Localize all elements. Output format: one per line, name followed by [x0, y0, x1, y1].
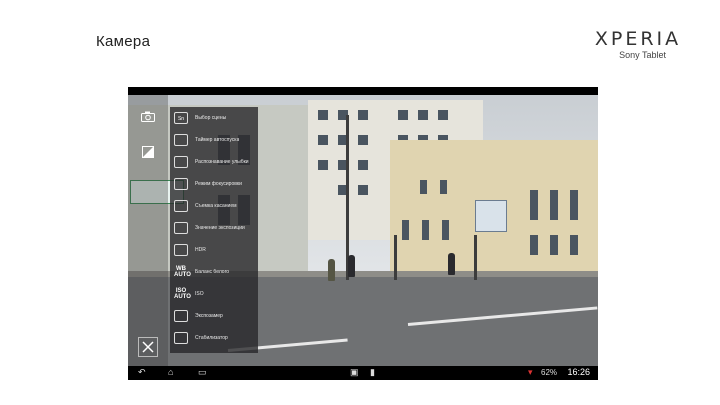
pedestrian	[328, 259, 335, 281]
window	[530, 190, 538, 220]
street-pole	[394, 235, 397, 280]
window	[318, 160, 328, 170]
pedestrian	[448, 253, 455, 275]
camera-left-bar	[128, 95, 168, 366]
camera-menu-label: Выбор сцены	[195, 115, 227, 121]
window	[550, 235, 558, 255]
window	[570, 235, 578, 255]
camera-mode-button[interactable]	[138, 107, 158, 127]
camera-menu-label: Распознавание улыбки	[195, 159, 249, 165]
pedestrian	[348, 255, 355, 277]
window	[358, 185, 368, 195]
window	[422, 220, 429, 240]
brand-main: XPERIA	[594, 28, 682, 50]
camera-menu-label: Стабилизатор	[195, 335, 228, 341]
camera-menu-item[interactable]: Sn Выбор сцены	[170, 107, 258, 129]
camera-menu-label: Таймер автоспуска	[195, 137, 240, 143]
scene-icon: Sn	[174, 112, 188, 124]
signal-icon: ▾	[528, 367, 533, 377]
navigation-bar: ↶ ⌂ ▭ ▣ ▮ ▾ 62% 16:26	[128, 366, 598, 380]
effect-button[interactable]	[138, 143, 158, 163]
stabilizer-icon	[174, 332, 188, 344]
touch-capture-icon	[174, 200, 188, 212]
smile-shutter-icon	[174, 156, 188, 168]
hdr-icon	[174, 244, 188, 256]
slide-title: Камера	[96, 33, 151, 50]
metering-icon	[174, 310, 188, 322]
camera-menu-item[interactable]: Экспозамер	[170, 305, 258, 327]
back-icon[interactable]: ↶	[138, 367, 146, 378]
camera-menu-label: Баланс белого	[195, 269, 230, 275]
camera-menu-label: Режим фокусировки	[195, 181, 242, 187]
camera-menu-item[interactable]: Стабилизатор	[170, 327, 258, 349]
window	[530, 235, 538, 255]
camera-menu-item[interactable]: WB AUTO Баланс белого	[170, 261, 258, 283]
window	[358, 135, 368, 145]
window	[442, 220, 449, 240]
home-icon[interactable]: ⌂	[168, 367, 173, 377]
camera-menu-label: HDR	[195, 247, 206, 253]
exposure-value-icon	[174, 222, 188, 234]
info-board	[475, 200, 507, 232]
window	[440, 180, 447, 194]
camera-menu-item[interactable]: Съемка касанием	[170, 195, 258, 217]
window	[318, 135, 328, 145]
building-yellow	[390, 140, 598, 275]
window	[358, 110, 368, 120]
window	[398, 110, 408, 120]
camera-menu-label: Экспозамер	[195, 313, 223, 319]
camera-menu-item[interactable]: HDR	[170, 239, 258, 261]
white-balance-icon: WB AUTO	[174, 266, 191, 278]
iso-icon: ISO AUTO	[174, 288, 191, 300]
camera-menu-item[interactable]: ISO AUTO ISO	[170, 283, 258, 305]
window	[420, 180, 427, 194]
window	[550, 190, 558, 220]
self-timer-icon	[174, 134, 188, 146]
camera-menu-item[interactable]: Режим фокусировки	[170, 173, 258, 195]
settings-button[interactable]	[138, 337, 158, 357]
recent-apps-icon[interactable]: ▭	[198, 367, 207, 378]
window	[318, 110, 328, 120]
window	[402, 220, 409, 240]
camera-menu-label: Съемка касанием	[195, 203, 237, 209]
street-pole	[474, 235, 477, 280]
camera-settings-menu: Sn Выбор сцены Таймер автоспуска Распознава…	[170, 107, 258, 353]
tools-icon	[142, 341, 154, 353]
tablet-screen: Sn Выбор сцены Таймер автоспуска Распознава…	[128, 87, 598, 380]
gallery-icon[interactable]: ▣	[350, 367, 359, 378]
camera-menu-item[interactable]: Таймер автоспуска	[170, 129, 258, 151]
brand-logo: XPERIA Sony Tablet	[588, 28, 688, 60]
exposure-icon	[142, 146, 154, 158]
camera-menu-label: ISO	[195, 291, 204, 297]
camera-icon	[141, 111, 155, 122]
camera-menu-item[interactable]: Значение экспозиции	[170, 217, 258, 239]
camera-menu-label: Значение экспозиции	[195, 225, 245, 231]
battery-level: 62%	[541, 368, 558, 377]
sd-card-icon[interactable]: ▮	[370, 367, 375, 378]
camera-menu-item[interactable]: Распознавание улыбки	[170, 151, 258, 173]
window	[358, 160, 368, 170]
focus-mode-icon	[174, 178, 188, 190]
window	[418, 110, 428, 120]
clock: 16:26	[567, 367, 590, 377]
brand-sub: Sony Tablet	[619, 50, 666, 60]
window	[570, 190, 578, 220]
window	[438, 110, 448, 120]
